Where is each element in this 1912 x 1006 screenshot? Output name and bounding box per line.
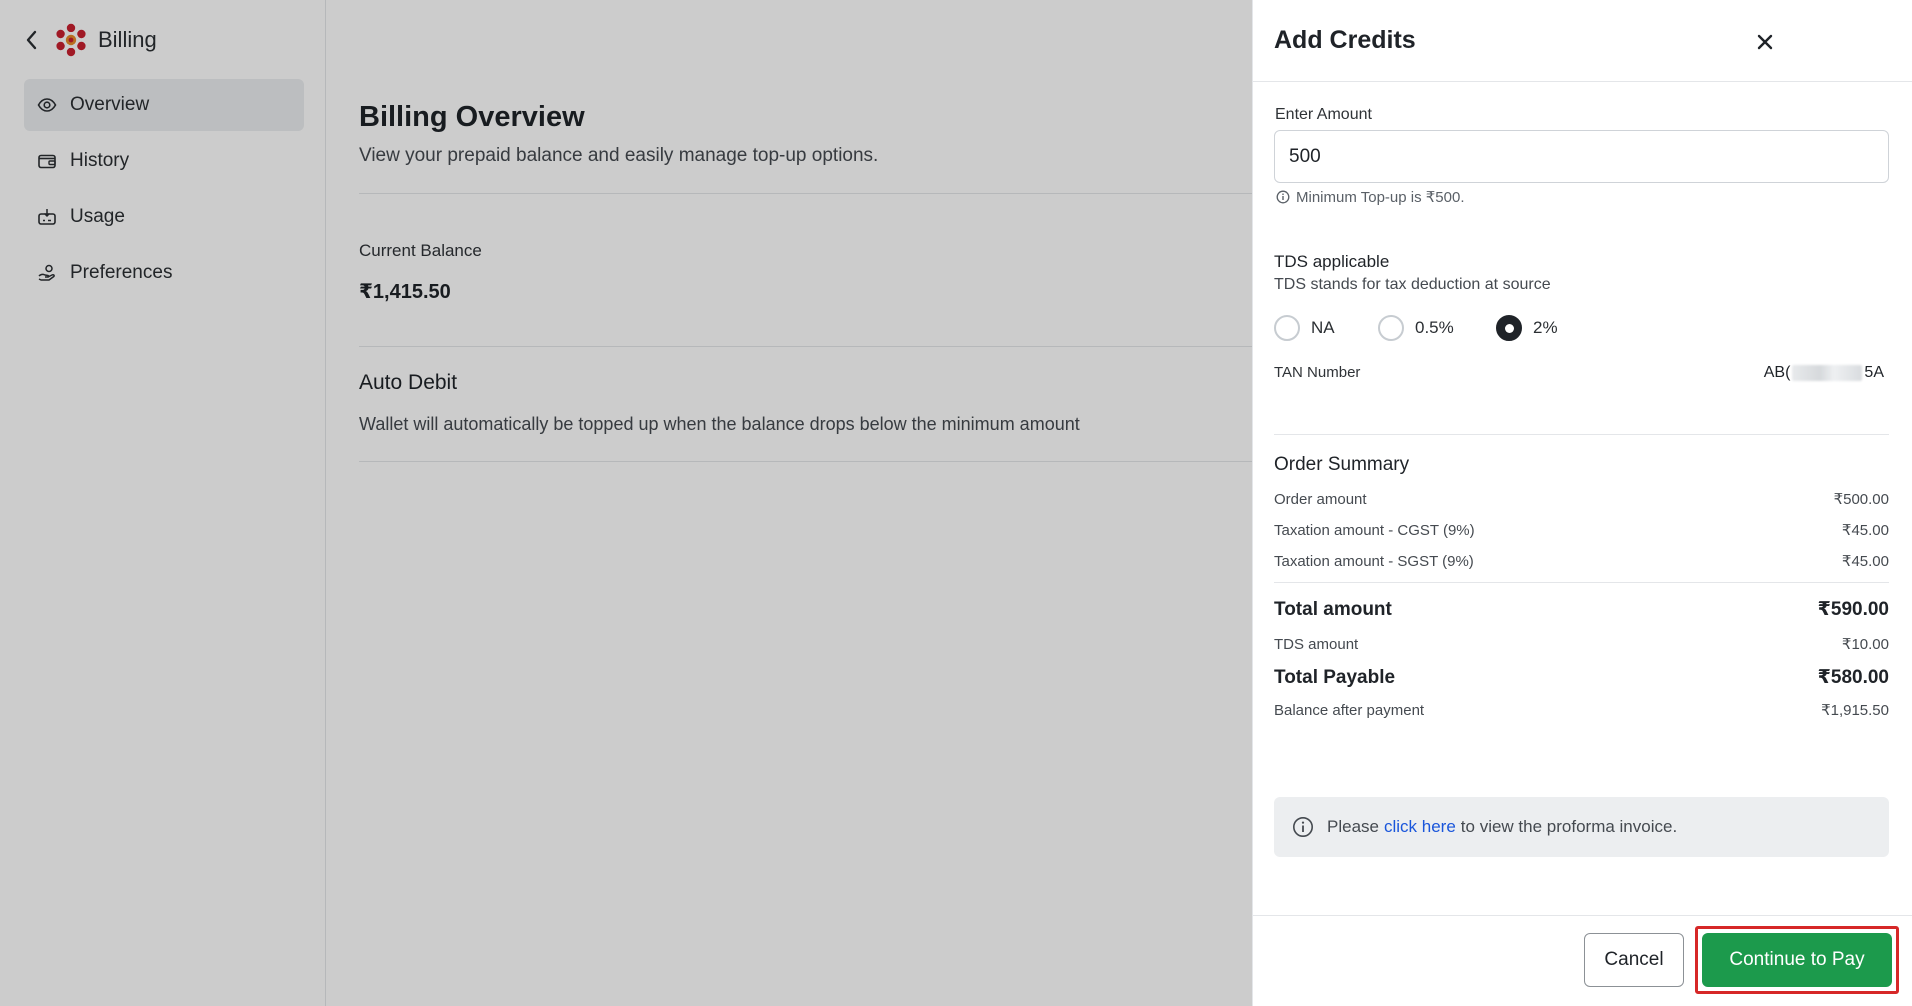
info-icon [1276,190,1290,204]
row-label: Taxation amount - SGST (9%) [1274,552,1474,570]
amount-input[interactable] [1274,130,1889,183]
tds-option-0-5[interactable]: 0.5% [1378,315,1496,341]
highlight-box: Continue to Pay [1695,926,1899,994]
row-label: Total amount [1274,598,1392,620]
order-summary-title: Order Summary [1274,454,1410,475]
row-value: ₹590.00 [1817,599,1889,620]
row-value: ₹1,915.50 [1821,702,1889,719]
info-text-suffix: to view the proforma invoice. [1460,817,1678,836]
cgst-row: Taxation amount - CGST (9%) ₹45.00 [1274,521,1889,540]
proforma-info-box: Please click here to view the proforma i… [1274,797,1889,857]
close-button[interactable] [1751,28,1779,56]
row-value: ₹500.00 [1833,491,1889,508]
amount-hint: Minimum Top-up is ₹500. [1276,188,1465,206]
divider [1274,434,1889,435]
amount-hint-text: Minimum Top-up is ₹500. [1296,189,1465,206]
balance-after-row: Balance after payment ₹1,915.50 [1274,701,1889,720]
tan-prefix: AB( [1763,364,1791,381]
app-window: Billing Overview History Usage Preferenc… [0,0,1912,1006]
info-text-prefix: Please [1327,817,1379,836]
row-value: ₹45.00 [1841,522,1889,539]
tan-number-value: AB( 5A [1274,364,1884,382]
tds-amount-row: TDS amount ₹10.00 [1274,635,1889,654]
sgst-row: Taxation amount - SGST (9%) ₹45.00 [1274,552,1889,571]
total-payable-row: Total Payable ₹580.00 [1274,666,1889,689]
row-value: ₹10.00 [1841,636,1889,653]
row-label: Total Payable [1274,666,1396,688]
drawer-title: Add Credits [1274,26,1416,54]
drawer-header: Add Credits [1253,0,1912,82]
radio-label: 2% [1533,318,1558,337]
radio-label: NA [1311,318,1335,337]
row-label: Balance after payment [1274,701,1425,719]
row-value: ₹580.00 [1817,667,1889,688]
info-icon [1293,817,1313,837]
tds-subtitle: TDS stands for tax deduction at source [1274,276,1551,293]
cancel-button[interactable]: Cancel [1584,933,1684,987]
tds-option-2[interactable]: 2% [1496,315,1558,341]
drawer-footer: Cancel Continue to Pay [1253,915,1912,1006]
continue-to-pay-button[interactable]: Continue to Pay [1702,933,1892,987]
add-credits-drawer: Add Credits Enter Amount Minimum Top-up … [1252,0,1912,1006]
modal-backdrop[interactable] [0,0,1252,1006]
total-amount-row: Total amount ₹590.00 [1274,598,1889,621]
redacted-blur [1792,364,1863,381]
row-label: TDS amount [1274,635,1359,653]
tds-option-na[interactable]: NA [1274,315,1378,341]
close-icon [1757,34,1773,50]
tds-title: TDS applicable [1274,252,1390,271]
radio-label: 0.5% [1415,318,1454,337]
proforma-invoice-link[interactable]: click here [1384,817,1456,837]
row-label: Order amount [1274,490,1367,508]
divider [1274,582,1889,583]
amount-label: Enter Amount [1275,106,1372,123]
tds-radio-group: NA 0.5% 2% [1274,313,1558,343]
row-label: Taxation amount - CGST (9%) [1274,521,1475,539]
radio-circle [1378,315,1404,341]
row-value: ₹45.00 [1841,553,1889,570]
tan-suffix: 5A [1864,364,1884,381]
order-amount-row: Order amount ₹500.00 [1274,490,1889,509]
radio-circle [1274,315,1300,341]
radio-circle [1496,315,1522,341]
